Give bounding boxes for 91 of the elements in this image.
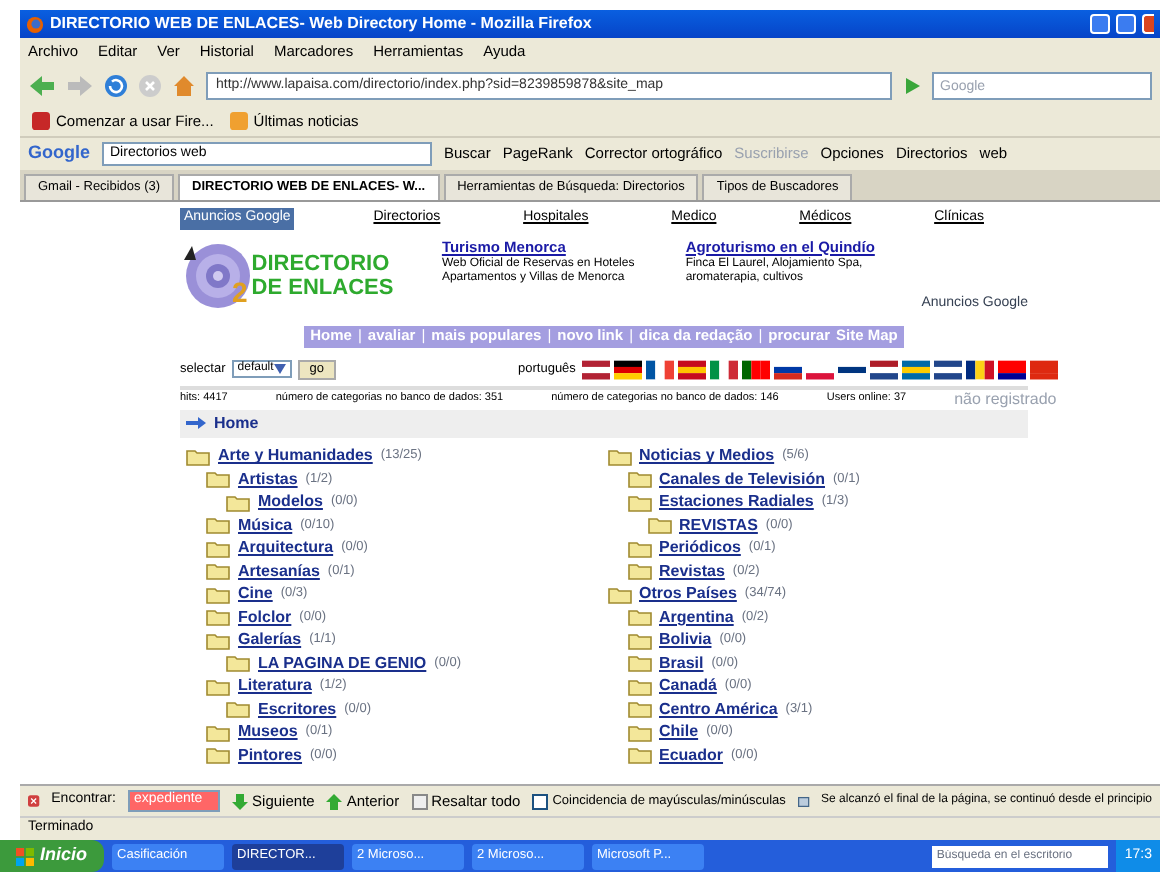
close-button[interactable]: [1142, 14, 1154, 34]
folder-icon: [206, 746, 230, 765]
category-link[interactable]: Artesanías: [238, 559, 320, 584]
folder-icon: [607, 585, 631, 604]
folder-icon: [627, 608, 651, 627]
minimize-button[interactable]: [1090, 14, 1110, 34]
start-button[interactable]: Inicio: [0, 840, 104, 872]
flag-icon[interactable]: [965, 359, 994, 379]
folder-icon: [206, 723, 230, 742]
category-link[interactable]: Música: [238, 513, 293, 538]
folder-icon: [226, 654, 250, 673]
folder-icon: [206, 585, 230, 604]
category-link[interactable]: Artistas: [238, 467, 298, 492]
category-link[interactable]: Museos: [238, 720, 298, 745]
folder-icon: [627, 539, 651, 558]
flag-icon[interactable]: [997, 359, 1026, 379]
category-link[interactable]: Modelos: [258, 490, 323, 515]
folder-icon: [627, 562, 651, 581]
login-status: não registrado: [954, 387, 1057, 411]
folder-icon: [206, 677, 230, 696]
maximize-button[interactable]: [1116, 14, 1136, 34]
folder-icon: [206, 516, 230, 535]
windows-logo-icon: [16, 847, 34, 865]
category-link[interactable]: Galerías: [238, 628, 302, 653]
folder-icon: [627, 654, 651, 673]
flag-icon[interactable]: [933, 359, 962, 379]
folder-icon: [627, 631, 651, 650]
category-link[interactable]: LA PAGINA DE GENIO: [258, 651, 427, 676]
go-icon[interactable]: [902, 76, 922, 96]
bookmark-icon: [229, 112, 248, 130]
folder-icon: [627, 746, 651, 765]
folder-icon: [627, 677, 651, 696]
category-link[interactable]: Ecuador: [659, 743, 724, 768]
folder-icon: [627, 723, 651, 742]
category-link[interactable]: Centro América: [659, 697, 778, 722]
flag-icon[interactable]: [581, 359, 610, 379]
category-link[interactable]: Canales de Televisión: [659, 467, 825, 492]
bookmark-icon: [32, 112, 50, 130]
category-link[interactable]: REVISTAS: [679, 513, 758, 538]
down-arrow-icon: [232, 793, 249, 809]
folder-icon: [647, 516, 671, 535]
folder-icon: [186, 447, 210, 466]
folder-icon: [206, 631, 230, 650]
dropdown-icon: [273, 364, 286, 374]
highlight-icon: [411, 793, 428, 809]
folder-icon: [226, 493, 250, 512]
folder-icon: [226, 700, 250, 719]
folder-icon: [206, 562, 230, 581]
browser-icon: [26, 15, 44, 33]
category-link[interactable]: Noticias y Medios: [639, 444, 775, 469]
close-icon[interactable]: [28, 792, 40, 810]
folder-icon: [607, 447, 631, 466]
reload-icon[interactable]: [104, 74, 128, 98]
category-link[interactable]: Literatura: [238, 674, 312, 699]
flag-icon[interactable]: [645, 359, 674, 379]
logo-text: DE ENLACES: [251, 275, 394, 299]
flag-icon[interactable]: [741, 359, 770, 379]
google-logo: Google: [28, 140, 90, 167]
window-title: DIRECTORIO WEB DE ENLACES- Web Directory Home - Mozilla Firefox: [50, 12, 594, 36]
spiral-logo-icon: [180, 239, 256, 311]
folder-icon: [627, 493, 651, 512]
category-link[interactable]: Arquitectura: [238, 536, 334, 561]
wrap-icon: [797, 793, 810, 809]
folder-icon: [206, 470, 230, 489]
up-arrow-icon: [326, 793, 343, 809]
checkbox[interactable]: [532, 793, 549, 809]
flag-icon[interactable]: [869, 359, 898, 379]
category-link[interactable]: Folclor: [238, 605, 292, 630]
folder-icon: [627, 470, 651, 489]
logo-text: DIRECTORIO: [251, 251, 392, 275]
arrow-icon: [186, 416, 206, 430]
category-link[interactable]: Escritores: [258, 697, 337, 722]
category-link[interactable]: Estaciones Radiales: [659, 490, 814, 515]
category-link[interactable]: Bolivia: [659, 628, 712, 653]
category-link[interactable]: Arte y Humanidades: [218, 444, 373, 469]
flag-icon[interactable]: [613, 359, 642, 379]
category-link[interactable]: Pintores: [238, 743, 303, 768]
flag-icon[interactable]: [677, 359, 706, 379]
category-link[interactable]: Revistas: [659, 559, 725, 584]
folder-icon: [206, 608, 230, 627]
category-link[interactable]: Periódicos: [659, 536, 741, 561]
category-link[interactable]: Otros Países: [639, 582, 737, 607]
category-link[interactable]: Cine: [238, 582, 273, 607]
folder-icon: [627, 700, 651, 719]
logo-digit: 2: [232, 274, 248, 312]
category-link[interactable]: Argentina: [659, 605, 734, 630]
category-link[interactable]: Brasil: [659, 651, 704, 676]
breadcrumb-link[interactable]: Home: [214, 411, 259, 435]
folder-icon: [206, 539, 230, 558]
category-link[interactable]: Chile: [659, 720, 699, 745]
category-link[interactable]: Canadá: [659, 674, 717, 699]
